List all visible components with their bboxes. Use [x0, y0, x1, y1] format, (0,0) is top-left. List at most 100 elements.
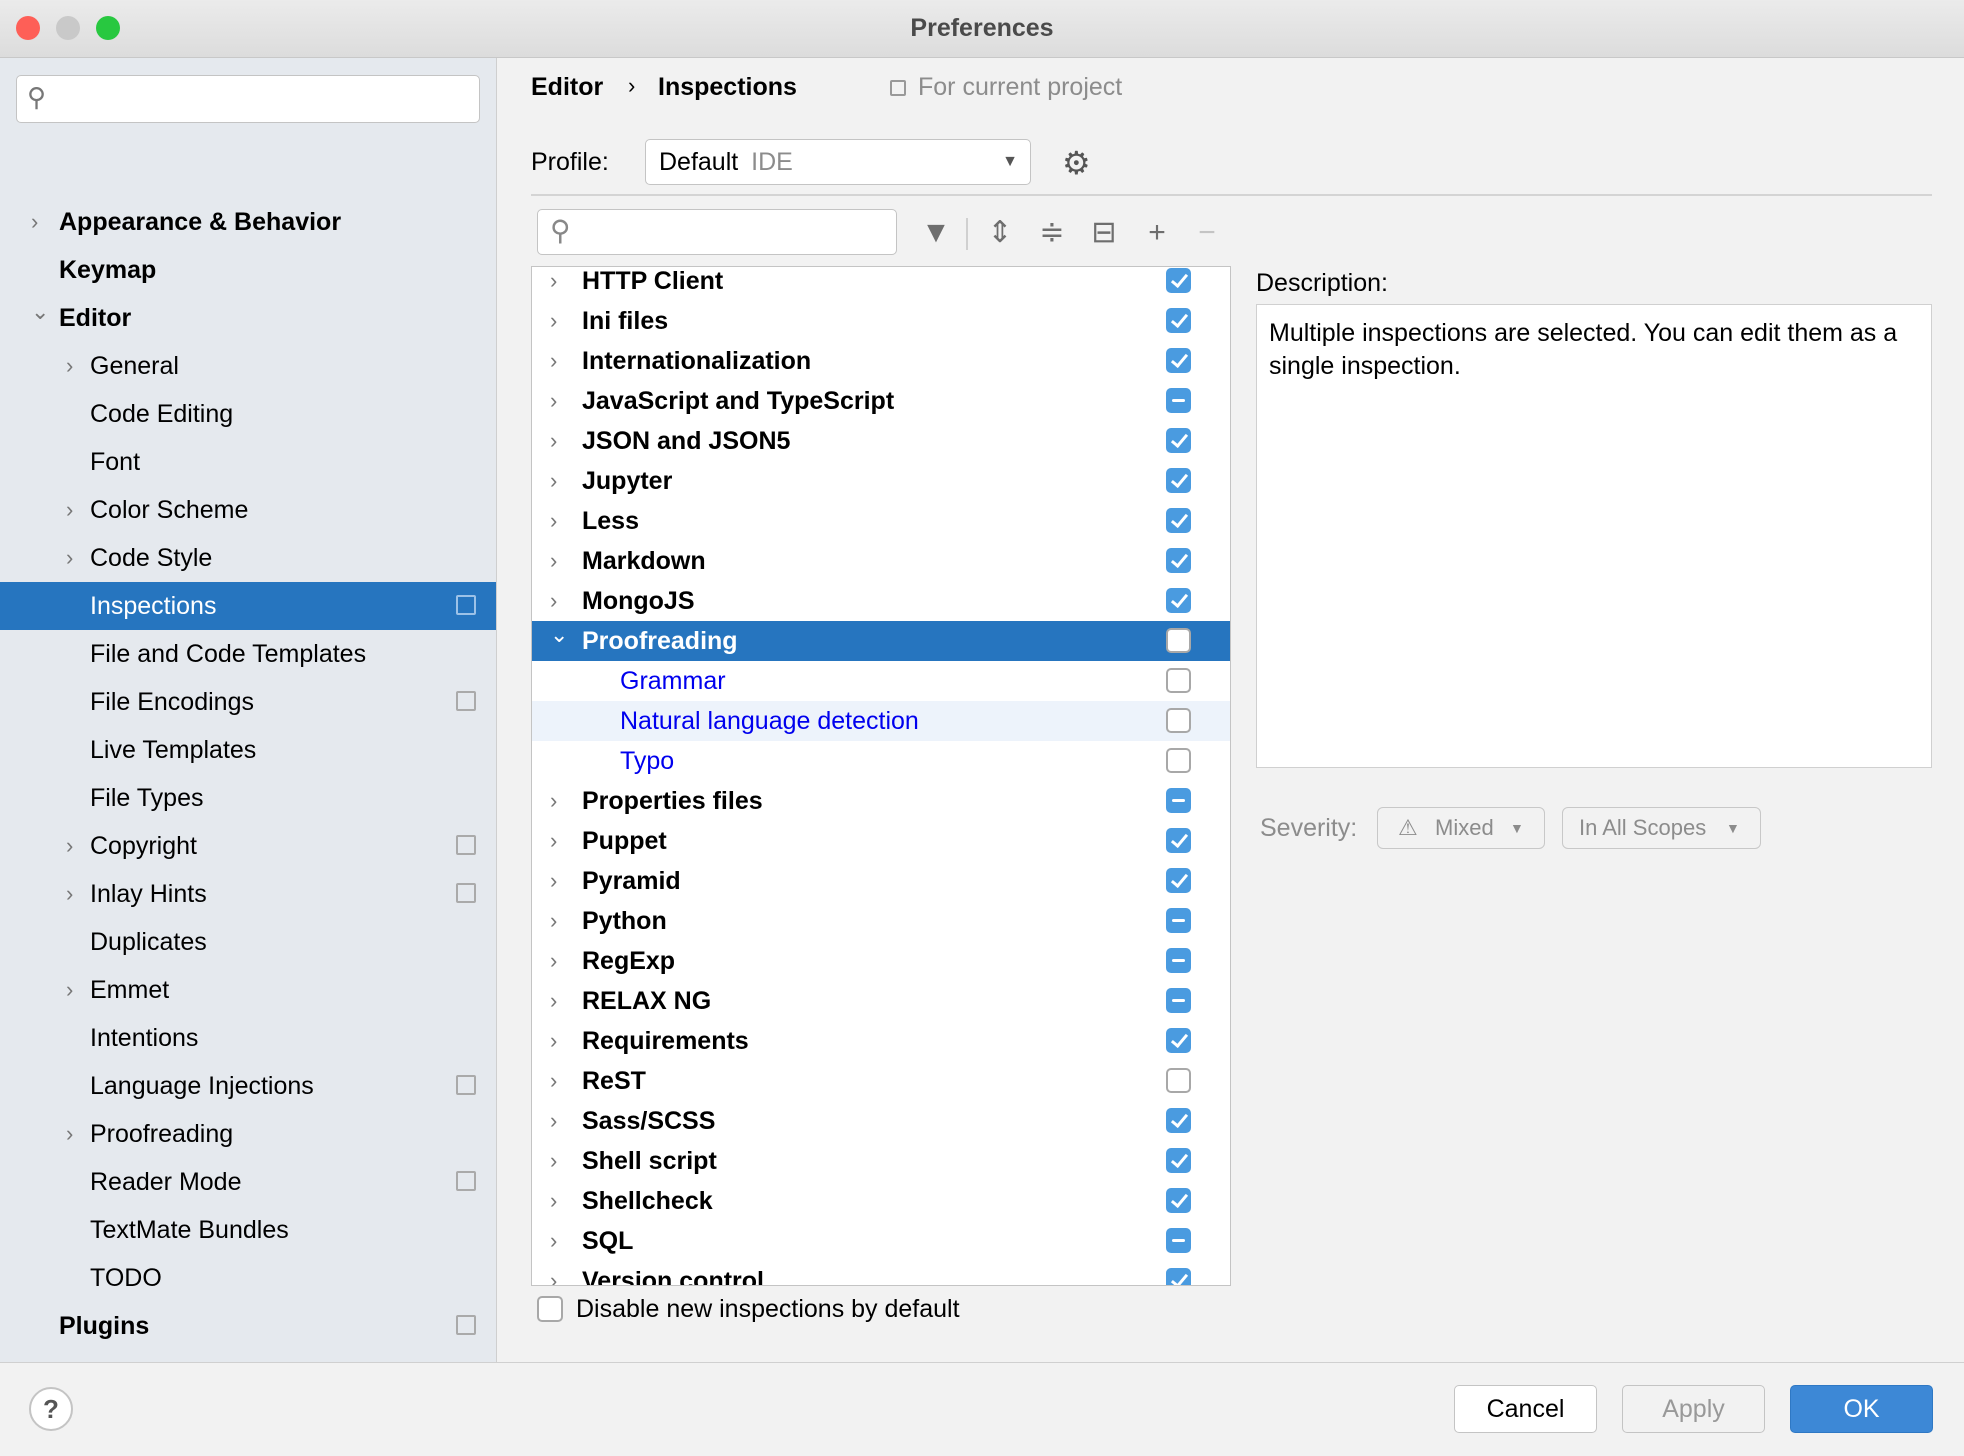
chevron-right-icon[interactable]: ›	[550, 541, 557, 581]
tree-group-row[interactable]: › JavaScript and TypeScript	[532, 381, 1230, 421]
chevron-right-icon[interactable]: ›	[31, 198, 38, 246]
collapse-all-icon[interactable]: ≑	[1035, 216, 1069, 250]
chevron-right-icon[interactable]: ›	[550, 1141, 557, 1181]
tree-group-row[interactable]: › Ini files	[532, 301, 1230, 341]
sidebar-item-copyright[interactable]: › Copyright	[0, 822, 496, 870]
enabled-checkbox[interactable]	[1166, 1268, 1191, 1285]
sidebar-item-code-editing[interactable]: Code Editing	[0, 390, 496, 438]
chevron-right-icon[interactable]: ›	[550, 1181, 557, 1221]
enabled-checkbox[interactable]	[1166, 1068, 1191, 1093]
enabled-checkbox[interactable]	[1166, 788, 1191, 813]
enabled-checkbox[interactable]	[1166, 388, 1191, 413]
enabled-checkbox[interactable]	[1166, 308, 1191, 333]
sidebar-item-general[interactable]: › General	[0, 342, 496, 390]
enabled-checkbox[interactable]	[1166, 1148, 1191, 1173]
cancel-button[interactable]: Cancel	[1454, 1385, 1597, 1433]
add-icon[interactable]: +	[1140, 216, 1174, 250]
sidebar-item-duplicates[interactable]: Duplicates	[0, 918, 496, 966]
enabled-checkbox[interactable]	[1166, 508, 1191, 533]
chevron-right-icon[interactable]: ›	[550, 381, 557, 421]
chevron-right-icon[interactable]: ›	[550, 301, 557, 341]
breadcrumb-editor[interactable]: Editor	[531, 73, 603, 102]
enabled-checkbox[interactable]	[1166, 428, 1191, 453]
enabled-checkbox[interactable]	[1166, 708, 1191, 733]
chevron-right-icon[interactable]: ›	[550, 461, 557, 501]
chevron-right-icon[interactable]: ›	[550, 861, 557, 901]
chevron-right-icon[interactable]: ›	[550, 981, 557, 1021]
filter-icon[interactable]: ▼	[919, 216, 953, 250]
chevron-right-icon[interactable]: ›	[550, 501, 557, 541]
chevron-right-icon[interactable]: ›	[66, 1110, 73, 1158]
tree-group-row[interactable]: › Pyramid	[532, 861, 1230, 901]
severity-dropdown[interactable]: ⚠ Mixed ▼	[1377, 807, 1545, 849]
tree-group-row[interactable]: › Internationalization	[532, 341, 1230, 381]
sidebar-item-editor[interactable]: ⌄ Editor	[0, 294, 496, 342]
chevron-right-icon[interactable]: ›	[66, 870, 73, 918]
tree-group-row[interactable]: › RELAX NG	[532, 981, 1230, 1021]
chevron-right-icon[interactable]: ›	[550, 267, 557, 301]
chevron-right-icon[interactable]: ›	[31, 1350, 38, 1362]
sidebar-item-file-types[interactable]: File Types	[0, 774, 496, 822]
chevron-down-icon[interactable]: ⌄	[550, 615, 568, 655]
tree-leaf-row[interactable]: Typo	[532, 741, 1230, 781]
enabled-checkbox[interactable]	[1166, 1188, 1191, 1213]
enabled-checkbox[interactable]	[1166, 468, 1191, 493]
enabled-checkbox[interactable]	[1166, 908, 1191, 933]
chevron-right-icon[interactable]: ›	[66, 534, 73, 582]
sidebar-item-color-scheme[interactable]: › Color Scheme	[0, 486, 496, 534]
tree-leaf-row[interactable]: Grammar	[532, 661, 1230, 701]
enabled-checkbox[interactable]	[1166, 588, 1191, 613]
sidebar-item-appearance-behavior[interactable]: › Appearance & Behavior	[0, 198, 496, 246]
enabled-checkbox[interactable]	[1166, 828, 1191, 853]
enabled-checkbox[interactable]	[1166, 348, 1191, 373]
chevron-right-icon[interactable]: ›	[550, 821, 557, 861]
enabled-checkbox[interactable]	[1166, 868, 1191, 893]
tree-group-row[interactable]: › Shell script	[532, 1141, 1230, 1181]
sidebar-item-live-templates[interactable]: Live Templates	[0, 726, 496, 774]
enabled-checkbox[interactable]	[1166, 988, 1191, 1013]
sidebar-item-inspections[interactable]: Inspections	[0, 582, 496, 630]
help-button[interactable]: ?	[29, 1387, 73, 1431]
tree-group-row[interactable]: › ReST	[532, 1061, 1230, 1101]
chevron-right-icon[interactable]: ›	[66, 966, 73, 1014]
inspection-search-input[interactable]: ⚲	[537, 209, 897, 255]
chevron-right-icon[interactable]: ›	[550, 1261, 557, 1285]
sidebar-item-emmet[interactable]: › Emmet	[0, 966, 496, 1014]
zoom-window-button[interactable]	[96, 16, 120, 40]
sidebar-item-code-style[interactable]: › Code Style	[0, 534, 496, 582]
enabled-checkbox[interactable]	[1166, 628, 1191, 653]
sidebar-item-intentions[interactable]: Intentions	[0, 1014, 496, 1062]
chevron-right-icon[interactable]: ›	[550, 781, 557, 821]
chevron-down-icon[interactable]: ⌄	[31, 288, 49, 336]
enabled-checkbox[interactable]	[1166, 1028, 1191, 1053]
tree-group-row[interactable]: › MongoJS	[532, 581, 1230, 621]
enabled-checkbox[interactable]	[1166, 548, 1191, 573]
reset-icon[interactable]: ⊟	[1087, 216, 1121, 250]
chevron-right-icon[interactable]: ›	[550, 1021, 557, 1061]
tree-group-row[interactable]: › Jupyter	[532, 461, 1230, 501]
sidebar-item-proofreading[interactable]: › Proofreading	[0, 1110, 496, 1158]
tree-leaf-row[interactable]: Natural language detection	[532, 701, 1230, 741]
tree-group-row[interactable]: › RegExp	[532, 941, 1230, 981]
sidebar-item-todo[interactable]: TODO	[0, 1254, 496, 1302]
tree-group-row[interactable]: › Markdown	[532, 541, 1230, 581]
sidebar-item-font[interactable]: Font	[0, 438, 496, 486]
chevron-right-icon[interactable]: ›	[550, 341, 557, 381]
enabled-checkbox[interactable]	[1166, 668, 1191, 693]
chevron-right-icon[interactable]: ›	[550, 421, 557, 461]
remove-icon[interactable]: −	[1190, 216, 1224, 250]
sidebar-item-file-and-code-templates[interactable]: File and Code Templates	[0, 630, 496, 678]
gear-icon[interactable]: ⚙	[1062, 144, 1091, 182]
settings-search-input[interactable]: ⚲	[16, 75, 480, 123]
close-window-button[interactable]	[16, 16, 40, 40]
sidebar-item-language-injections[interactable]: Language Injections	[0, 1062, 496, 1110]
tree-group-row[interactable]: › Puppet	[532, 821, 1230, 861]
enabled-checkbox[interactable]	[1166, 748, 1191, 773]
tree-group-row[interactable]: › Python	[532, 901, 1230, 941]
sidebar-item-version-control[interactable]: › Version Control	[0, 1350, 496, 1362]
chevron-right-icon[interactable]: ›	[66, 822, 73, 870]
chevron-right-icon[interactable]: ›	[550, 1101, 557, 1141]
enabled-checkbox[interactable]	[1166, 1108, 1191, 1133]
chevron-right-icon[interactable]: ›	[550, 901, 557, 941]
tree-group-row[interactable]: › JSON and JSON5	[532, 421, 1230, 461]
